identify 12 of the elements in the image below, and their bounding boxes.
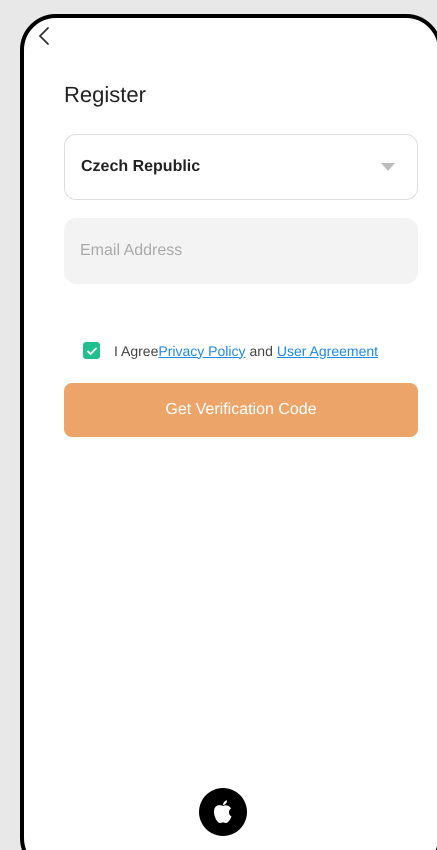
country-select[interactable]: Czech Republic xyxy=(64,134,418,200)
apple-login-icon[interactable] xyxy=(199,788,247,836)
agree-checkbox[interactable] xyxy=(83,342,100,359)
privacy-policy-link[interactable]: Privacy Policy xyxy=(158,342,246,358)
back-icon[interactable] xyxy=(38,26,50,46)
and-text: and xyxy=(250,342,273,358)
caret-icon xyxy=(381,163,395,171)
email-field[interactable]: Email Address xyxy=(64,218,418,284)
check-icon xyxy=(86,346,98,356)
user-agreement-link[interactable]: User Agreement xyxy=(276,342,378,358)
page-title: Register xyxy=(64,81,147,109)
agree-text: I Agree xyxy=(114,342,158,358)
